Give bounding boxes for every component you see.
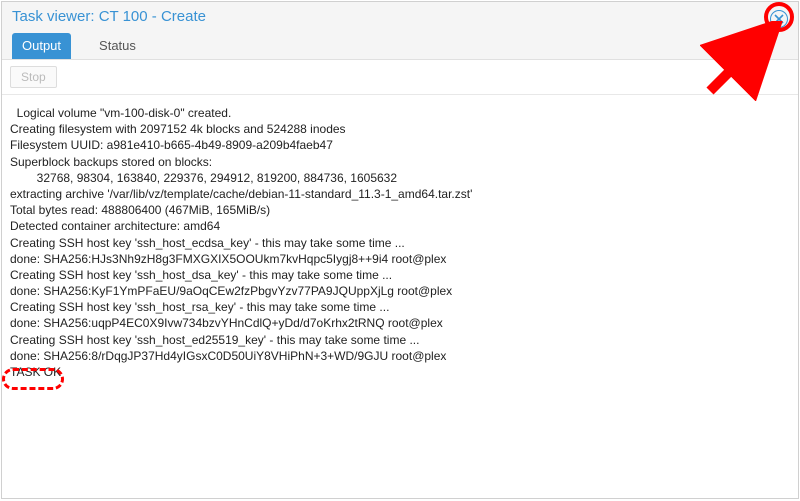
log-line: TASK OK [10, 364, 790, 380]
log-line: Superblock backups stored on blocks: [10, 154, 790, 170]
task-viewer-window: Task viewer: CT 100 - Create Output Stat… [1, 1, 799, 499]
log-line: 32768, 98304, 163840, 229376, 294912, 81… [10, 170, 790, 186]
log-line: Logical volume "vm-100-disk-0" created. [10, 105, 790, 121]
log-line: done: SHA256:HJs3Nh9zH8g3FMXGXIX5OOUkm7k… [10, 251, 790, 267]
log-line: done: SHA256:KyF1YmPFaEU/9aOqCEw2fzPbgvY… [10, 283, 790, 299]
log-line: extracting archive '/var/lib/vz/template… [10, 186, 790, 202]
log-line: Creating SSH host key 'ssh_host_dsa_key'… [10, 267, 790, 283]
tabs: Output Status [12, 33, 206, 59]
window-title: Task viewer: CT 100 - Create [12, 8, 206, 31]
log-line: Creating SSH host key 'ssh_host_ecdsa_ke… [10, 235, 790, 251]
log-line: done: SHA256:8/rDqgJP37Hd4yIGsxC0D50UiY8… [10, 348, 790, 364]
log-line: Creating SSH host key 'ssh_host_ed25519_… [10, 332, 790, 348]
log-line: Detected container architecture: amd64 [10, 218, 790, 234]
toolbar: Stop [2, 60, 798, 95]
log-line: Total bytes read: 488806400 (467MiB, 165… [10, 202, 790, 218]
log-line: Creating filesystem with 2097152 4k bloc… [10, 121, 790, 137]
log-line: Filesystem UUID: a981e410-b665-4b49-8909… [10, 137, 790, 153]
stop-button[interactable]: Stop [10, 66, 57, 88]
tab-output[interactable]: Output [12, 33, 71, 59]
log-output[interactable]: Logical volume "vm-100-disk-0" created.C… [2, 95, 798, 498]
log-line: Creating SSH host key 'ssh_host_rsa_key'… [10, 299, 790, 315]
tab-status[interactable]: Status [89, 33, 146, 59]
log-line: done: SHA256:uqpP4EC0X9Ivw734bzvYHnCdlQ+… [10, 315, 790, 331]
titlebar: Task viewer: CT 100 - Create Output Stat… [2, 2, 798, 60]
close-button[interactable] [770, 10, 788, 28]
close-icon [774, 14, 784, 24]
